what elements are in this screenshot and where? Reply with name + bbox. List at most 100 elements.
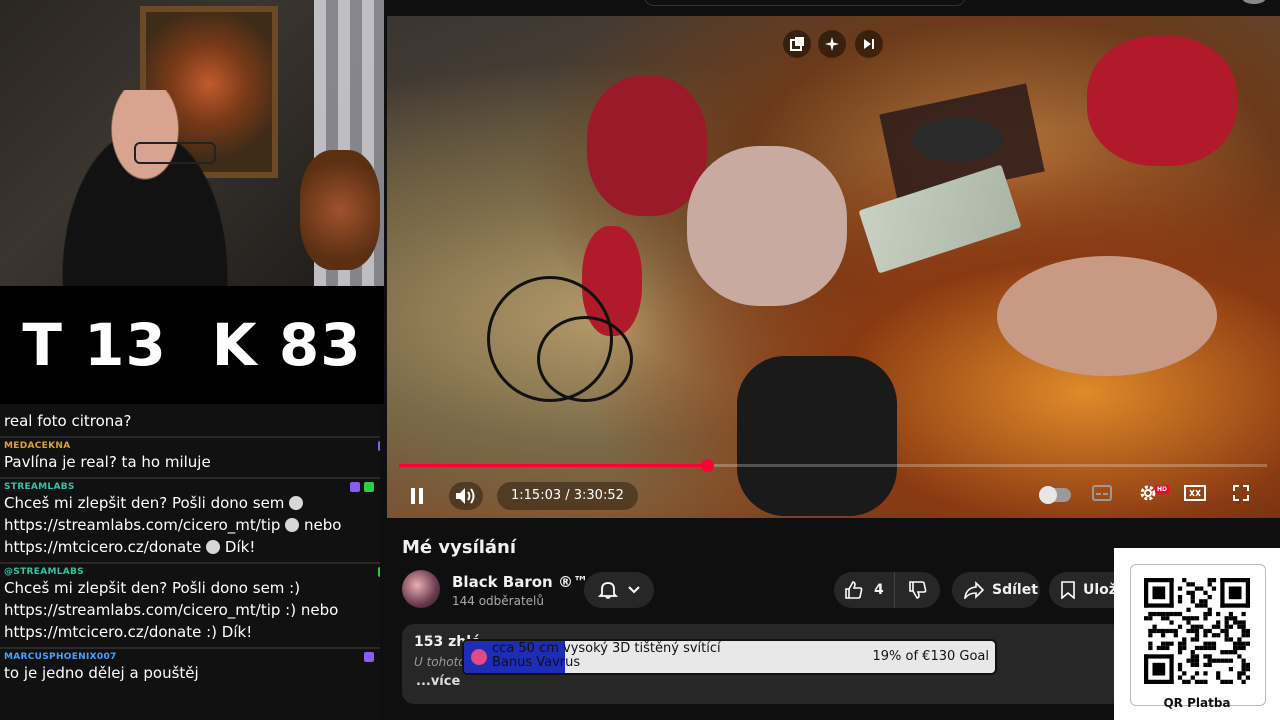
chat-username: STREAMLABS (4, 482, 75, 492)
channel-name[interactable]: Black Baron ®™ (452, 573, 588, 591)
plush-doll (587, 76, 707, 216)
goal-title-line2: Banus Vavrus (492, 655, 581, 670)
plush-doll-legs (687, 146, 847, 306)
like-button[interactable]: 4 (834, 572, 896, 608)
chat-username: MEDACEKNA (4, 441, 71, 451)
emoji-icon (285, 518, 300, 532)
ambient-mode-button[interactable] (818, 30, 846, 58)
bell-icon (598, 582, 618, 599)
chat-text-part: Dík! (224, 538, 256, 556)
subscriber-badge-icon (364, 652, 374, 662)
cable (537, 316, 633, 402)
account-avatar[interactable] (1242, 0, 1266, 4)
plush-toy (300, 150, 380, 270)
qr-code (1144, 578, 1250, 684)
chat-link[interactable]: https://streamlabs.com/cicero_mt/tip (4, 516, 280, 534)
share-label: Sdílet (992, 582, 1038, 598)
thumbs-down-icon (908, 581, 926, 599)
miniplayer-icon (790, 37, 804, 51)
streamer (40, 90, 250, 286)
notification-bell-button[interactable] (584, 572, 654, 608)
score-overlay: T 13 K 83 (0, 286, 384, 404)
autoplay-toggle[interactable] (1039, 486, 1071, 504)
volume-button[interactable] (449, 482, 483, 510)
share-icon (964, 581, 984, 599)
search-box[interactable] (644, 0, 966, 6)
streamer-glasses (134, 142, 216, 164)
video-player[interactable]: 1:15:03 / 3:30:52 HD (387, 16, 1280, 518)
fullscreen-button[interactable] (1230, 482, 1252, 504)
microphone (737, 356, 897, 516)
pause-button[interactable] (401, 482, 433, 510)
description-text: U tohoto (414, 655, 466, 669)
progress-played (399, 464, 708, 467)
thumbs-up-icon (845, 581, 863, 599)
chat-message: MEDACEKNA Pavlína je real? ta ho miluje (0, 438, 380, 479)
chat-text-part: nebo (303, 516, 342, 534)
emoji-icon (206, 540, 221, 554)
skip-next-icon (864, 39, 874, 49)
hand (997, 256, 1217, 376)
goal-amount: 19% of €130 Goal (872, 649, 989, 664)
chat-panel: real foto citrona? MEDACEKNA Pavlína je … (0, 404, 380, 720)
save-label: Ulož (1083, 582, 1117, 598)
emoji-icon (289, 496, 304, 510)
goal-title-line1: cca 50 cm vysoký 3D tištěný svítící (492, 641, 721, 656)
computer-mouse (912, 118, 1004, 162)
chat-message: STREAMLABS Chceš mi zlepšit den? Pošli d… (0, 479, 380, 564)
chat-username: @STREAMLABS (4, 567, 84, 577)
theater-icon (1184, 485, 1206, 501)
like-count: 4 (874, 582, 884, 598)
chevron-down-icon (628, 586, 640, 594)
chat-message: real foto citrona? (0, 404, 380, 438)
chat-message-text: real foto citrona? (4, 412, 132, 430)
share-button[interactable]: Sdílet (952, 572, 1040, 608)
webcam-feed (0, 0, 384, 286)
dislike-button[interactable] (895, 572, 940, 608)
progress-scrubber[interactable] (701, 459, 715, 472)
score-t: T 13 (22, 311, 167, 379)
hd-badge: HD (1155, 485, 1170, 494)
chat-link[interactable]: https://mtcicero.cz/donate (4, 538, 201, 556)
video-title: Mé vysílání (402, 537, 517, 558)
chat-message: @STREAMLABS Chceš mi zlepšit den? Pošli … (0, 564, 380, 649)
like-dislike-group: 4 (834, 572, 940, 608)
chat-text-part: Chceš mi zlepšit den? Pošli dono sem (4, 494, 285, 512)
chat-message-text: to je jedno dělej a pouštěj (4, 664, 199, 682)
volume-icon (456, 488, 475, 504)
chat-message-text: Pavlína je real? ta ho miluje (4, 453, 211, 471)
chat-message-text: Chceš mi zlepšit den? Pošli dono sem :) … (4, 577, 376, 643)
gnome-toy (1087, 36, 1237, 166)
pause-icon (411, 488, 423, 504)
chat-message: MARCUSPHOENIX007 to je jedno dělej a pou… (0, 649, 380, 688)
chat-text-part: Chceš mi zlepšit den? Pošli dono sem :) (4, 579, 301, 597)
donation-goal-bar: cca 50 cm vysoký 3D tištěný svítící Banu… (462, 639, 997, 675)
next-button[interactable] (855, 30, 883, 58)
chat-link[interactable]: https://streamlabs.com/cicero_mt/tip :) … (4, 601, 338, 619)
fullscreen-icon (1233, 485, 1249, 501)
moderator-badge-icon (350, 482, 360, 492)
qr-payment-box: QR Platba (1114, 548, 1280, 720)
chat-badge-icon (378, 567, 380, 577)
bookmark-icon (1061, 581, 1075, 599)
chat-username: MARCUSPHOENIX007 (4, 652, 117, 662)
theater-mode-button[interactable] (1184, 482, 1206, 504)
miniplayer-button[interactable] (783, 30, 811, 58)
chat-badge-icon (378, 441, 380, 451)
chat-message-text: Chceš mi zlepšit den? Pošli dono sem htt… (4, 492, 376, 558)
subscriber-count: 144 odběratelů (452, 594, 544, 608)
progress-bar[interactable] (399, 459, 1267, 472)
score-k: K 83 (211, 311, 362, 379)
donation-icon (471, 649, 487, 665)
goal-title: cca 50 cm vysoký 3D tištěný svítící Banu… (492, 642, 721, 670)
time-display: 1:15:03 / 3:30:52 (497, 482, 638, 510)
top-bar (384, 0, 1280, 16)
show-more-link[interactable]: ...více (416, 674, 460, 689)
chat-link[interactable]: https://mtcicero.cz/donate :) Dík! (4, 623, 252, 641)
qr-label: QR Platba (1163, 696, 1231, 710)
verified-badge-icon (364, 482, 374, 492)
subtitles-icon (1092, 485, 1112, 501)
channel-avatar[interactable] (402, 570, 440, 608)
sparkle-icon (825, 37, 839, 51)
subtitles-button[interactable] (1091, 482, 1113, 504)
